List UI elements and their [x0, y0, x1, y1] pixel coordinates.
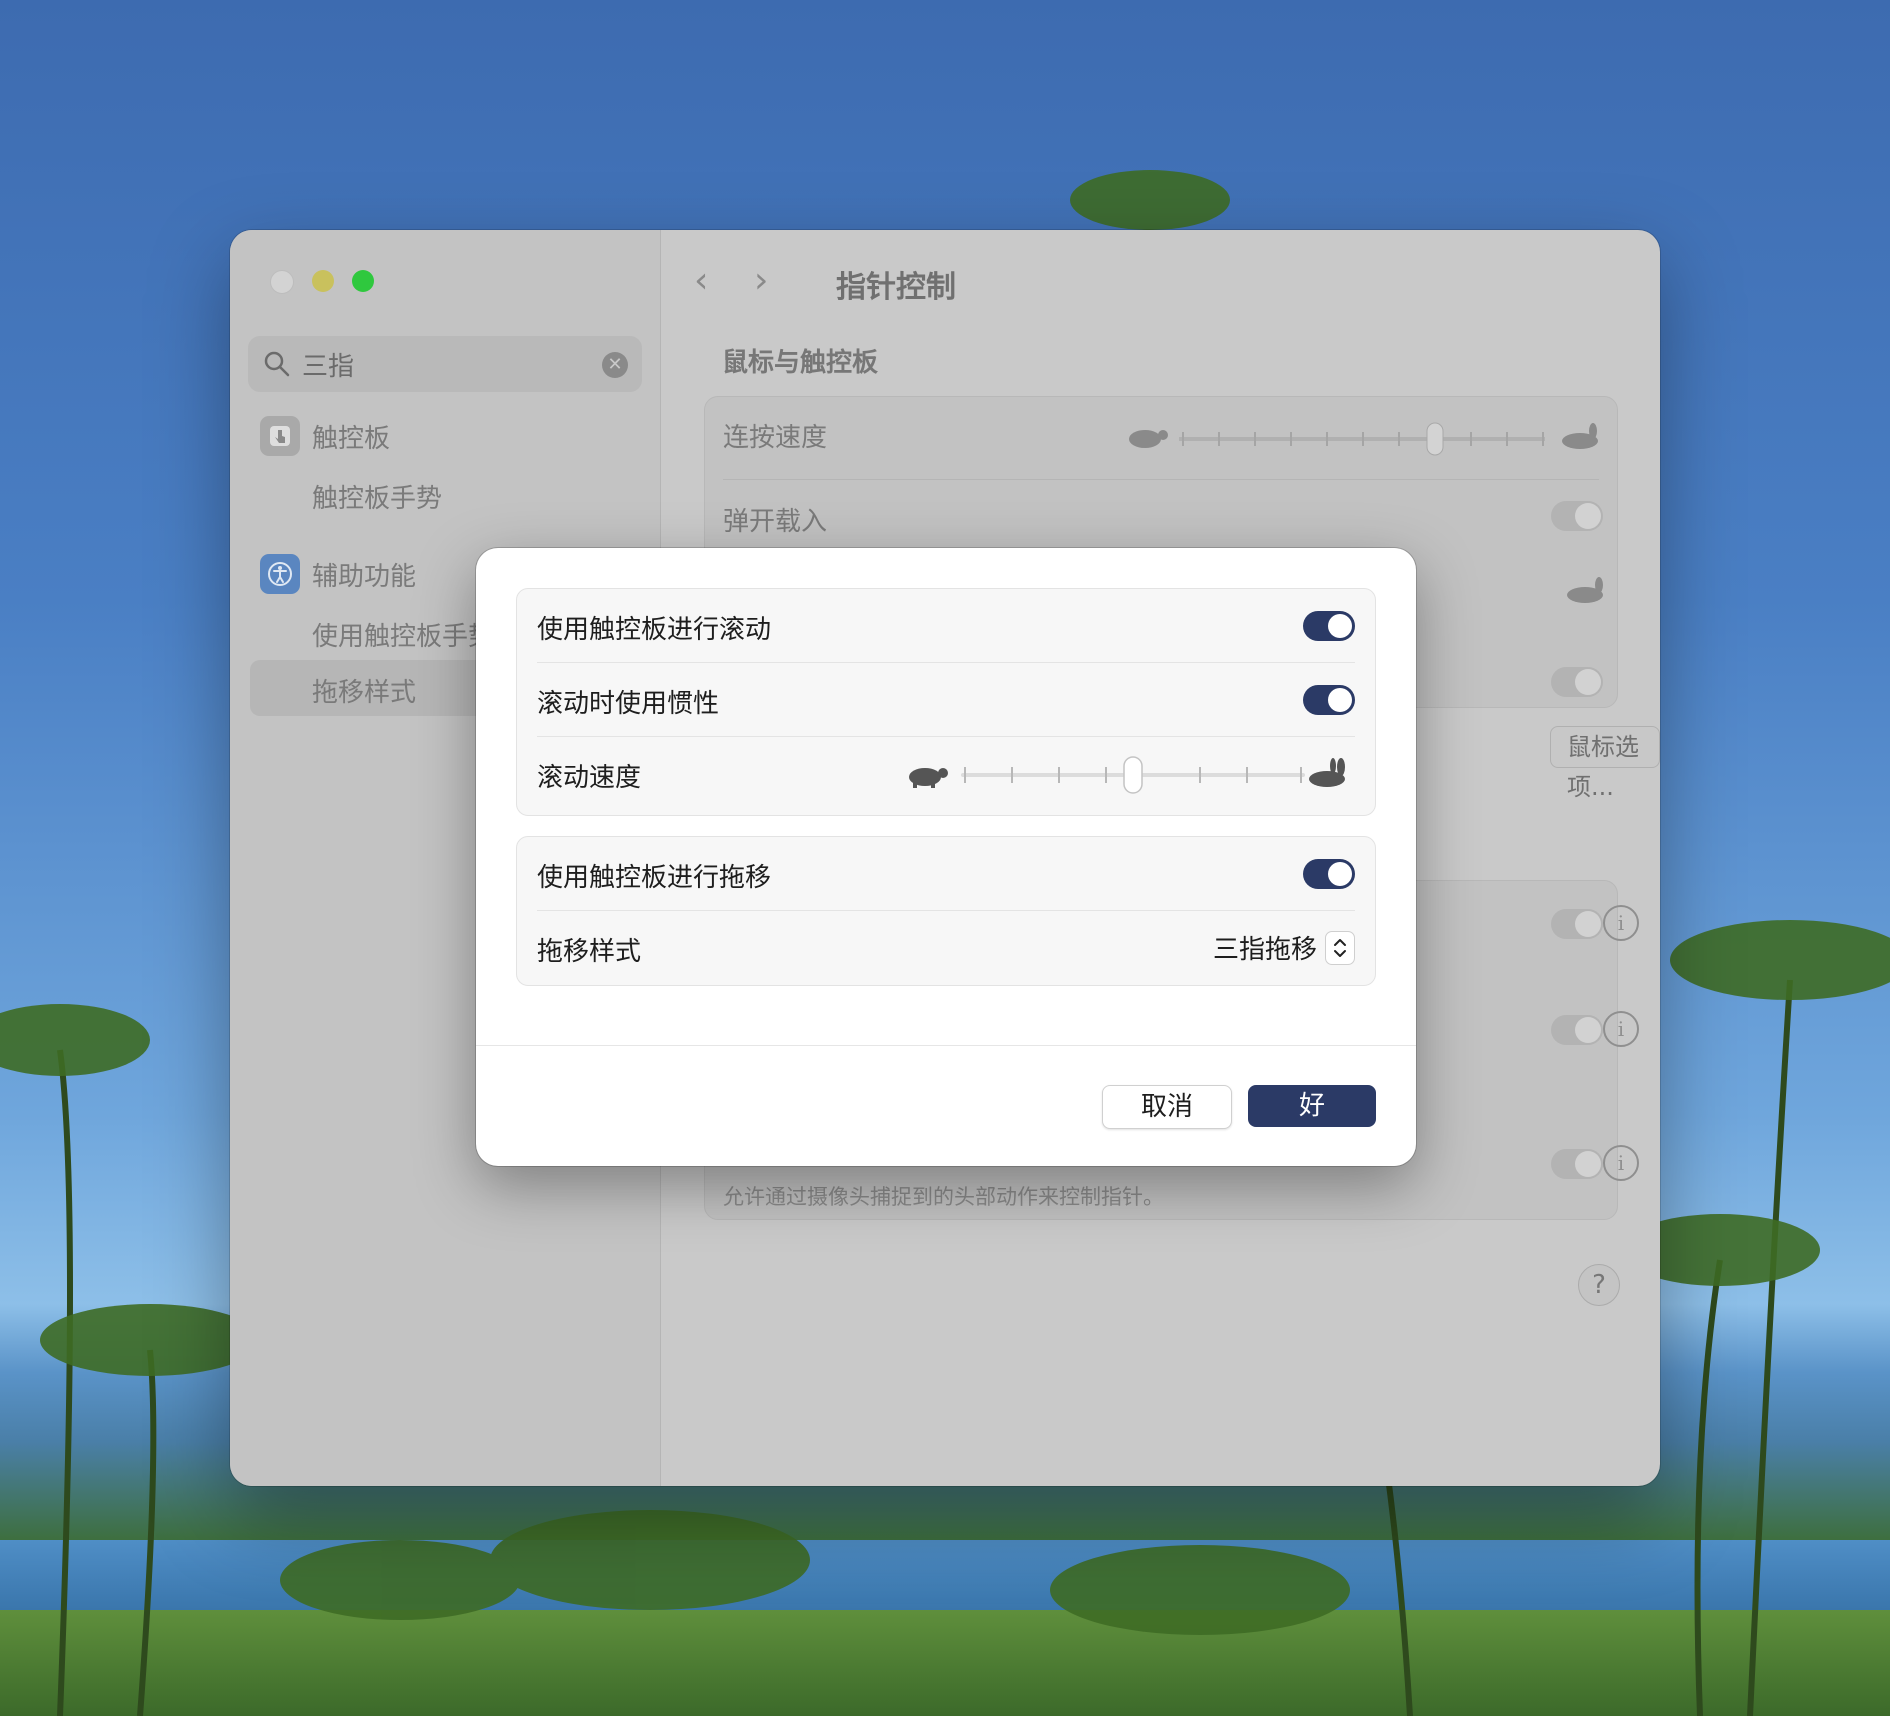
chevron-updown-icon [1325, 930, 1355, 965]
search-input[interactable]: 三指 [302, 346, 354, 383]
traffic-lights [270, 270, 374, 294]
sidebar-item-label: 触控板 [312, 423, 391, 454]
spring-loading-toggle[interactable] [1551, 501, 1603, 531]
sidebar-item-accessibility[interactable]: 辅助功能 [260, 554, 416, 594]
drag-style-value: 三指拖移 [1212, 935, 1317, 965]
dialog-divider [476, 1045, 1416, 1046]
minimize-window-button[interactable] [312, 270, 334, 292]
background-toggle-off[interactable] [1551, 667, 1603, 697]
search-field[interactable]: 三指 ✕ [248, 336, 642, 392]
page-title: 指针控制 [836, 270, 956, 305]
scroll-toggle[interactable] [1303, 611, 1355, 641]
sidebar-item-drag-style[interactable]: 拖移样式 [312, 672, 416, 709]
head-pointer-description: 允许通过摄像头捕捉到的头部动作来控制指针。 [723, 1185, 1164, 1209]
forward-chevron-icon[interactable]: › [754, 260, 768, 301]
accessibility-icon [260, 554, 300, 594]
section-title: 鼠标与触控板 [722, 348, 879, 378]
help-button[interactable]: ? [1578, 1264, 1620, 1306]
drag-toggle-label: 使用触控板进行拖移 [537, 863, 772, 893]
scroll-speed-label: 滚动速度 [537, 763, 642, 793]
drag-toggle-row: 使用触控板进行拖移 [517, 837, 1375, 911]
option-toggle-1[interactable] [1551, 909, 1603, 939]
mouse-options-button[interactable]: 鼠标选项... [1550, 726, 1660, 801]
scroll-speed-row: 滚动速度 [517, 737, 1375, 815]
cancel-button[interactable]: 取消 [1102, 1085, 1232, 1129]
ok-button[interactable]: 好 [1248, 1085, 1376, 1127]
double-click-speed-label: 连按速度 [723, 423, 828, 453]
clear-search-icon[interactable]: ✕ [602, 352, 628, 378]
scroll-settings-group: 使用触控板进行滚动 滚动时使用惯性 滚动速度 [516, 588, 1376, 816]
info-icon[interactable]: i [1603, 1011, 1639, 1047]
zoom-window-button[interactable] [352, 270, 374, 292]
drag-style-popup[interactable]: 三指拖移 [1213, 929, 1355, 966]
trackpad-options-dialog: 使用触控板进行滚动 滚动时使用惯性 滚动速度 使用触控板进行拖移 拖移样式 三指… [476, 548, 1416, 1166]
info-icon[interactable]: i [1603, 905, 1639, 941]
slider-knob [1123, 756, 1143, 794]
drag-toggle[interactable] [1303, 859, 1355, 889]
scroll-toggle-row: 使用触控板进行滚动 [517, 589, 1375, 663]
search-icon [264, 351, 290, 377]
head-pointer-toggle[interactable] [1551, 1149, 1603, 1179]
rabbit-icon [1309, 758, 1345, 787]
inertia-toggle[interactable] [1303, 685, 1355, 715]
sidebar-item-trackpad[interactable]: 触控板 [260, 416, 390, 456]
sidebar-item-use-trackpad-gestures[interactable]: 使用触控板手势 [312, 616, 494, 653]
turtle-icon [909, 768, 948, 788]
sidebar-item-trackpad-gestures[interactable]: 触控板手势 [312, 478, 442, 515]
spring-loading-label: 弹开载入 [723, 507, 828, 537]
back-chevron-icon[interactable]: ‹ [694, 260, 708, 301]
double-click-speed-slider[interactable] [1125, 417, 1605, 457]
option-toggle-2[interactable] [1551, 1015, 1603, 1045]
row-divider [723, 479, 1599, 480]
close-window-button[interactable] [270, 270, 294, 294]
drag-style-label: 拖移样式 [537, 937, 642, 967]
info-icon[interactable]: i [1603, 1145, 1639, 1181]
inertia-toggle-label: 滚动时使用惯性 [537, 689, 720, 719]
rabbit-icon [1567, 577, 1603, 603]
scroll-speed-slider[interactable] [905, 751, 1355, 797]
sidebar-item-label: 辅助功能 [312, 561, 417, 592]
trackpad-icon [260, 416, 300, 456]
inertia-toggle-row: 滚动时使用惯性 [517, 663, 1375, 737]
drag-style-row: 拖移样式 三指拖移 [517, 911, 1375, 985]
drag-settings-group: 使用触控板进行拖移 拖移样式 三指拖移 [516, 836, 1376, 986]
scroll-toggle-label: 使用触控板进行滚动 [537, 615, 772, 645]
